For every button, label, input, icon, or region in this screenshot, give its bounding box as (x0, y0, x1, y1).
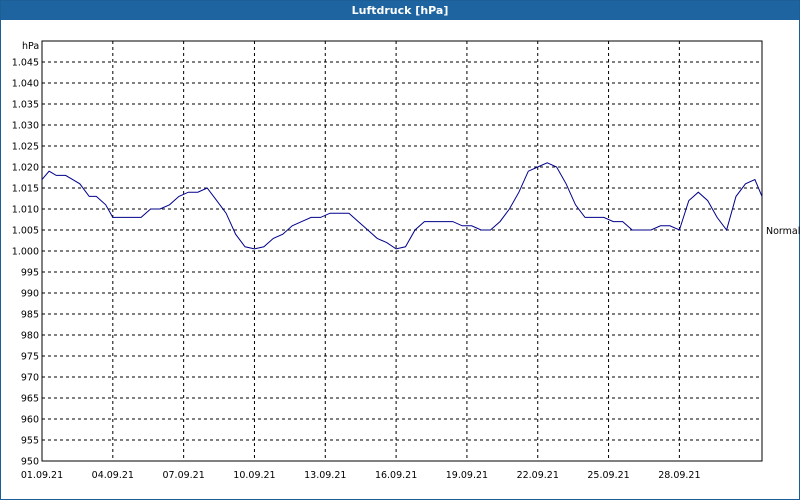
x-tick-label: 10.09.21 (233, 470, 275, 481)
y-tick-label: 975 (21, 352, 39, 363)
x-tick-label: 25.09.21 (587, 470, 629, 481)
y-tick-label: 960 (21, 415, 39, 426)
y-tick-label: 1.020 (12, 163, 39, 174)
y-tick-label: 1.005 (12, 226, 39, 237)
y-tick-label: 955 (21, 436, 39, 447)
x-tick-label: 01.09.21 (21, 470, 63, 481)
y-tick-label: 950 (21, 457, 39, 468)
x-tick-label: 13.09.21 (304, 470, 346, 481)
y-tick-label: 1.000 (12, 247, 39, 258)
x-tick-label: 28.09.21 (658, 470, 700, 481)
y-tick-label: 1.045 (12, 58, 39, 69)
y-tick-label: 1.010 (12, 205, 39, 216)
y-tick-label: 970 (21, 373, 39, 384)
reference-label: Normal (766, 226, 800, 237)
grid-lines (42, 41, 762, 461)
y-tick-label: 1.035 (12, 100, 39, 111)
pressure-chart: 950 955 960 965 970 975 980 985 990 995 1.000 1.005… (12, 40, 800, 481)
y-tick-label: 1.025 (12, 142, 39, 153)
x-tick-label: 22.09.21 (517, 470, 559, 481)
y-tick-label: 1.040 (12, 79, 39, 90)
y-tick-label: 995 (21, 268, 39, 279)
x-tick-label: 04.09.21 (92, 470, 134, 481)
y-tick-label: 1.030 (12, 121, 39, 132)
y-tick-label: 990 (21, 289, 39, 300)
x-tick-label: 16.09.21 (375, 470, 417, 481)
y-tick-label: 985 (21, 310, 39, 321)
x-tick-label: 07.09.21 (162, 470, 204, 481)
x-axis-ticks: 01.09.21 04.09.21 07.09.21 10.09.21 13.09.21… (21, 470, 701, 481)
y-tick-label: 1.015 (12, 184, 39, 195)
y-tick-label: 965 (21, 394, 39, 405)
x-tick-label: 19.09.21 (446, 470, 488, 481)
y-axis-label: hPa (22, 41, 39, 52)
chart-window: Luftdruck [hPa] 950 955 960 965 970 975 980 985… (0, 0, 800, 500)
y-axis-ticks: 950 955 960 965 970 975 980 985 990 995 1.000 1.005… (12, 58, 39, 468)
y-tick-label: 980 (21, 331, 39, 342)
